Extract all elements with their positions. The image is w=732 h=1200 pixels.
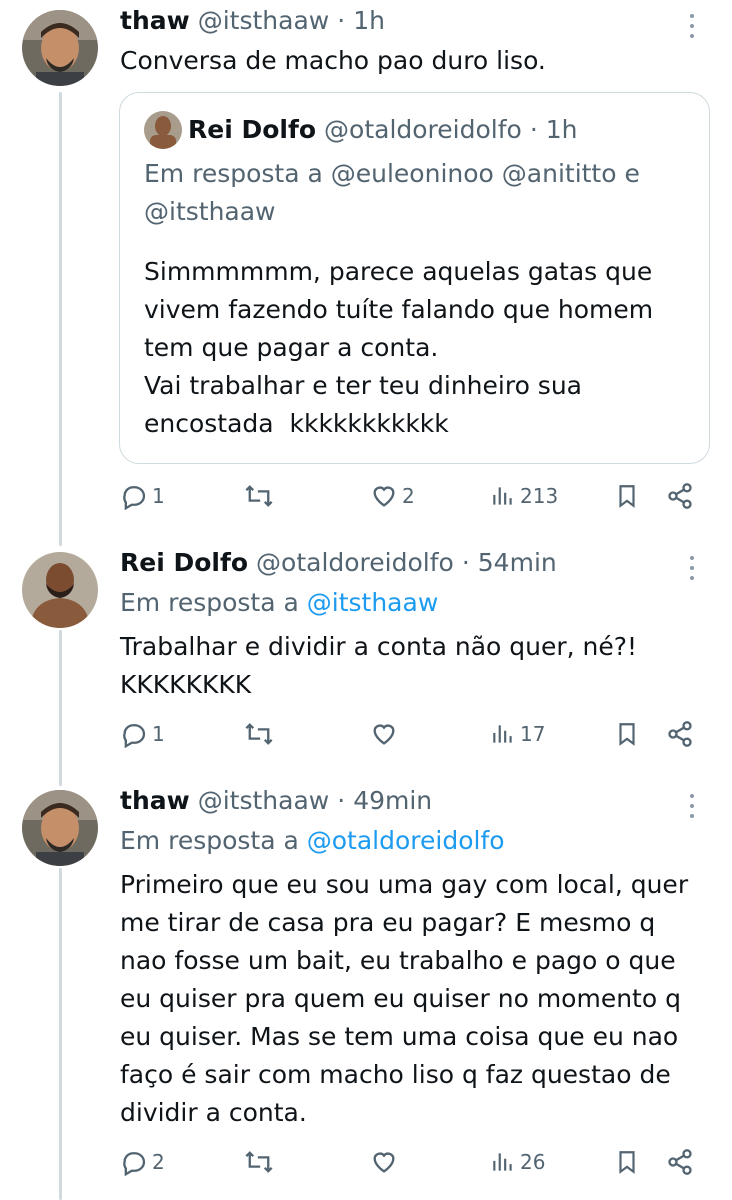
bookmark-icon bbox=[619, 1151, 635, 1174]
handle[interactable]: @itsthaaw bbox=[198, 6, 330, 35]
avatar-rei-dolfo[interactable] bbox=[22, 552, 98, 628]
tweet-text: Trabalhar e dividir a conta não quer, né… bbox=[120, 632, 638, 699]
thread-line bbox=[59, 630, 62, 786]
quote-text: Simmmmmm, parece aquelas gatas que vivem… bbox=[144, 257, 654, 438]
like-icon bbox=[373, 724, 395, 745]
retweet-icon bbox=[245, 1151, 273, 1173]
bookmark-button[interactable] bbox=[614, 482, 640, 510]
tweet-header: Rei Dolfo @otaldoreidolfo · 54min bbox=[120, 548, 557, 577]
more-icon[interactable] bbox=[680, 556, 704, 586]
timestamp[interactable]: 54min bbox=[478, 548, 557, 577]
timestamp[interactable]: 1h bbox=[353, 6, 385, 35]
more-icon[interactable] bbox=[680, 794, 704, 824]
retweet-button[interactable] bbox=[244, 720, 278, 748]
avatar-thaw[interactable] bbox=[22, 790, 98, 866]
reply-context-line2: @itsthaaw bbox=[144, 197, 276, 226]
reply-prefix: Em resposta a bbox=[120, 826, 299, 855]
reply-count: 1 bbox=[152, 722, 165, 746]
reply-context: Em resposta a @itsthaaw bbox=[120, 588, 438, 617]
reply-button[interactable]: 1 bbox=[120, 720, 165, 748]
retweet-button[interactable] bbox=[244, 482, 278, 510]
display-name[interactable]: thaw bbox=[120, 786, 190, 815]
views-button[interactable]: 26 bbox=[490, 1148, 545, 1176]
tweet-text: Primeiro que eu sou uma gay com local, q… bbox=[120, 870, 689, 1127]
retweet-icon bbox=[245, 723, 273, 745]
share-button[interactable] bbox=[666, 482, 694, 510]
reply-icon bbox=[123, 724, 146, 748]
views-count: 26 bbox=[520, 1150, 546, 1174]
like-count: 2 bbox=[402, 484, 415, 508]
like-button[interactable] bbox=[370, 720, 402, 748]
separator: · bbox=[337, 786, 346, 815]
reply-mention[interactable]: @otaldoreidolfo bbox=[307, 826, 505, 855]
views-button[interactable]: 17 bbox=[490, 720, 545, 748]
reply-button[interactable]: 2 bbox=[120, 1148, 165, 1176]
display-name: Rei Dolfo bbox=[188, 115, 317, 144]
reply-context: Em resposta a @otaldoreidolfo bbox=[120, 826, 505, 855]
separator: · bbox=[529, 115, 538, 144]
more-icon[interactable] bbox=[680, 14, 704, 44]
bookmark-icon bbox=[619, 723, 635, 746]
reply-icon bbox=[123, 1152, 146, 1176]
tweet-header: thaw @itsthaaw · 49min bbox=[120, 786, 432, 815]
avatar-thaw[interactable] bbox=[22, 10, 98, 86]
tweet-header: thaw @itsthaaw · 1h bbox=[120, 6, 385, 35]
like-icon bbox=[373, 486, 395, 507]
share-button[interactable] bbox=[666, 720, 694, 748]
like-button[interactable]: 2 bbox=[370, 482, 415, 510]
share-icon bbox=[668, 1149, 692, 1175]
views-icon bbox=[493, 487, 512, 505]
display-name[interactable]: thaw bbox=[120, 6, 190, 35]
views-count: 17 bbox=[520, 722, 546, 746]
views-count: 213 bbox=[520, 484, 559, 508]
quote-tweet[interactable]: Rei Dolfo @otaldoreidolfo · 1h Em respos… bbox=[119, 92, 710, 464]
reply-button[interactable]: 1 bbox=[120, 482, 165, 510]
quote-header: Rei Dolfo @otaldoreidolfo · 1h bbox=[188, 115, 578, 144]
share-icon bbox=[668, 721, 692, 747]
views-icon bbox=[493, 1153, 512, 1171]
reply-icon bbox=[123, 486, 146, 510]
tweet-actions: 2 26 bbox=[120, 1148, 700, 1184]
views-icon bbox=[493, 725, 512, 743]
views-button[interactable]: 213 bbox=[490, 482, 558, 510]
tweet-actions: 1 2 213 bbox=[120, 482, 700, 518]
like-icon bbox=[373, 1152, 395, 1173]
reply-count: 1 bbox=[152, 484, 165, 508]
tweet-actions: 1 17 bbox=[120, 720, 700, 756]
bookmark-button[interactable] bbox=[614, 1148, 640, 1176]
reply-context: Em resposta a @euleoninoo @anititto e bbox=[144, 159, 640, 188]
display-name[interactable]: Rei Dolfo bbox=[120, 548, 248, 577]
retweet-icon bbox=[245, 485, 273, 507]
separator: · bbox=[461, 548, 470, 577]
tweet-text: Conversa de macho pao duro liso. bbox=[120, 46, 546, 75]
handle: @otaldoreidolfo bbox=[324, 115, 522, 144]
bookmark-button[interactable] bbox=[614, 720, 640, 748]
handle[interactable]: @otaldoreidolfo bbox=[256, 548, 454, 577]
reply-count: 2 bbox=[152, 1150, 165, 1174]
thread-line bbox=[59, 868, 62, 1200]
retweet-button[interactable] bbox=[244, 1148, 278, 1176]
share-icon bbox=[668, 483, 692, 509]
reply-mention[interactable]: @itsthaaw bbox=[307, 588, 439, 617]
timestamp[interactable]: 49min bbox=[353, 786, 432, 815]
timestamp: 1h bbox=[545, 115, 578, 144]
thread-line bbox=[59, 92, 62, 546]
separator: · bbox=[337, 6, 346, 35]
like-button[interactable] bbox=[370, 1148, 402, 1176]
share-button[interactable] bbox=[666, 1148, 694, 1176]
avatar-rei-dolfo bbox=[144, 111, 182, 149]
reply-prefix: Em resposta a bbox=[120, 588, 299, 617]
handle[interactable]: @itsthaaw bbox=[198, 786, 330, 815]
bookmark-icon bbox=[619, 485, 635, 508]
